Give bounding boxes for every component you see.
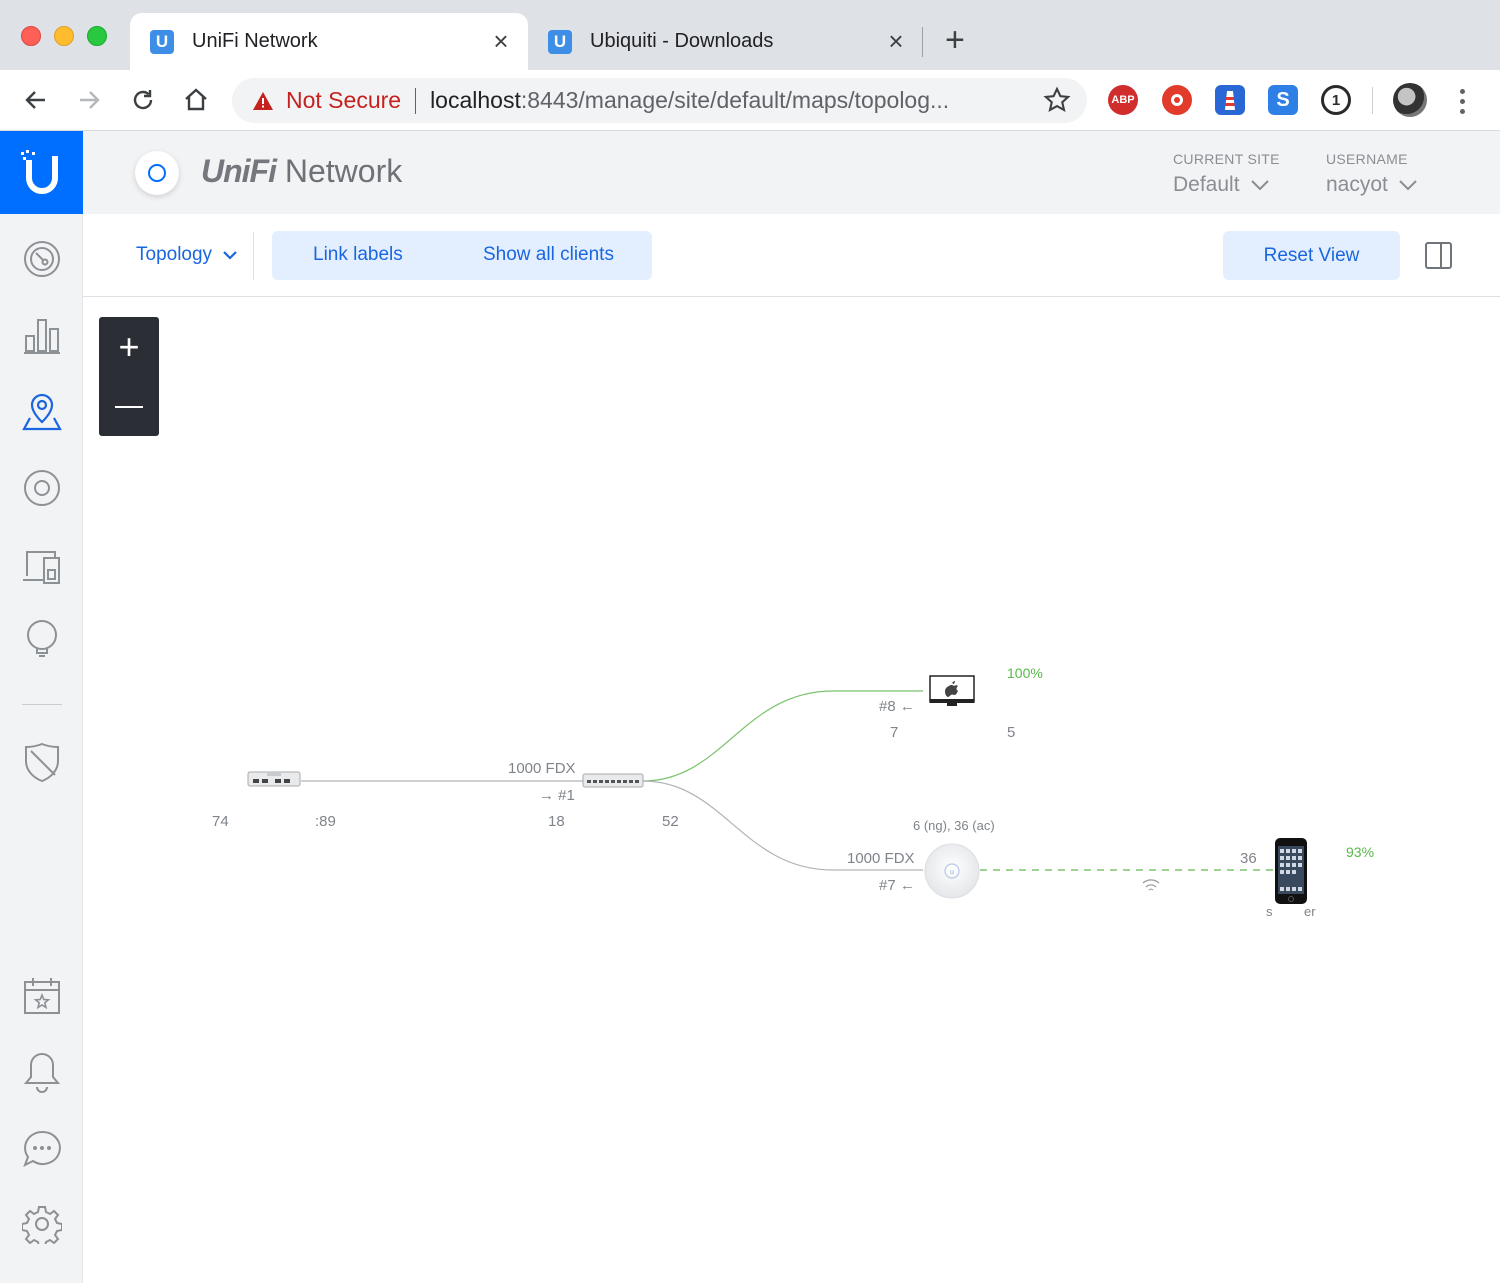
reload-icon[interactable] [125, 82, 161, 118]
close-window-button[interactable] [21, 26, 41, 46]
current-site-selector[interactable]: CURRENT SITE Default [1173, 151, 1280, 197]
sidebar [0, 131, 83, 1283]
back-arrow-icon[interactable] [18, 82, 54, 118]
gateway-label-right: :89 [315, 813, 336, 830]
tab-ubiquiti-downloads[interactable]: U Ubiquiti - Downloads × [528, 13, 923, 70]
topology-canvas[interactable]: + 74 :89 1000 FDX → #1 18 52 #8 ← 7 5 10… [83, 297, 1500, 1283]
phone-label-right: er [1304, 904, 1316, 919]
username-selector[interactable]: USERNAME nacyot [1326, 151, 1418, 197]
warning-icon [253, 91, 273, 110]
phone-channel: 36 [1240, 850, 1257, 867]
tab-title: UniFi Network [192, 30, 318, 52]
chevron-down-icon [1399, 180, 1417, 191]
stylish-extension-icon[interactable]: S [1268, 85, 1298, 115]
ap-port: #7 ← [879, 877, 915, 894]
view-dropdown[interactable]: Topology [136, 244, 238, 266]
mac-client-label-right: 5 [1007, 724, 1016, 741]
maximize-window-button[interactable] [87, 26, 107, 46]
switch-label-right: 52 [662, 813, 679, 830]
mac-client-device[interactable] [929, 675, 975, 714]
app-title: UniFi Network [201, 153, 403, 189]
url-text[interactable]: localhost:8443/manage/site/default/maps/… [430, 87, 949, 114]
switch-device[interactable] [582, 772, 646, 795]
browser-menu-icon[interactable] [1452, 86, 1472, 116]
unifi-favicon-icon: U [150, 29, 174, 54]
tab-strip: U UniFi Network × U Ubiquiti - Downloads… [0, 0, 1500, 70]
username-value: nacyot [1326, 173, 1388, 196]
tab-unifi-network[interactable]: U UniFi Network × [130, 13, 528, 70]
phone-signal: 93% [1346, 844, 1375, 860]
switch-label-left: 18 [548, 813, 565, 830]
zoom-controls: + [99, 317, 159, 436]
unifi-favicon-icon: U [548, 29, 572, 54]
switch-uplink-port: → #1 [539, 787, 575, 804]
adblock-icon[interactable]: ABP [1108, 85, 1138, 115]
new-tab-icon[interactable]: + [945, 22, 965, 58]
ap-link-speed: 1000 FDX [847, 850, 915, 867]
toolbar-separator [1372, 87, 1373, 114]
map-icon[interactable] [21, 391, 63, 433]
wifi-icon [1142, 879, 1160, 891]
bookmark-star-icon[interactable] [1043, 86, 1071, 114]
status-ring-icon[interactable] [135, 151, 179, 195]
ap-channels: 6 (ng), 36 (ac) [913, 818, 995, 833]
chevron-down-icon [223, 251, 237, 260]
current-site-value: Default [1173, 173, 1240, 196]
profile-avatar[interactable] [1393, 83, 1427, 117]
tab-title: Ubiquiti - Downloads [590, 30, 774, 52]
phone-client-device[interactable] [1274, 837, 1308, 910]
map-toolbar: Topology Link labels Show all clients Re… [83, 214, 1500, 297]
address-divider [415, 87, 417, 114]
alerts-icon[interactable] [21, 1051, 63, 1093]
side-panel-toggle-icon[interactable] [1425, 242, 1452, 269]
forward-arrow-icon[interactable] [71, 82, 107, 118]
address-bar[interactable]: Not Secure localhost:8443/manage/site/de… [232, 78, 1087, 123]
security-icon[interactable] [21, 742, 63, 784]
display-options-group: Link labels Show all clients [272, 231, 652, 280]
1password-icon[interactable]: 1 [1321, 85, 1351, 115]
dashboard-icon[interactable] [21, 238, 63, 280]
current-site-label: CURRENT SITE [1173, 151, 1280, 167]
gateway-device[interactable] [247, 770, 302, 795]
access-point-device[interactable]: u [923, 842, 981, 905]
zoom-in-button[interactable]: + [99, 317, 159, 376]
devices-icon[interactable] [21, 467, 63, 509]
mac-client-signal: 100% [1007, 665, 1043, 681]
username-label: USERNAME [1326, 151, 1408, 167]
statistics-icon[interactable] [21, 314, 63, 356]
browser-toolbar: Not Secure localhost:8443/manage/site/de… [0, 70, 1500, 131]
app-header: UniFi Network CURRENT SITE Default USERN… [83, 131, 1500, 214]
minimize-window-button[interactable] [54, 26, 74, 46]
gateway-label-left: 74 [212, 813, 229, 830]
link-labels-toggle[interactable]: Link labels [313, 244, 403, 266]
events-icon[interactable] [21, 975, 63, 1017]
show-all-clients-toggle[interactable]: Show all clients [483, 244, 614, 266]
chevron-down-icon [1250, 180, 1269, 191]
chat-icon[interactable] [21, 1128, 63, 1170]
mac-client-label-left: 7 [890, 724, 899, 741]
svg-text:u: u [950, 869, 954, 876]
reset-view-button[interactable]: Reset View [1223, 231, 1400, 280]
lastpass-icon[interactable] [1162, 85, 1192, 115]
tab-separator [922, 27, 923, 57]
close-tab-icon[interactable]: × [881, 26, 911, 57]
switch-link-speed: 1000 FDX [508, 760, 576, 777]
phone-label-left: s [1266, 904, 1273, 919]
settings-icon[interactable] [21, 1203, 63, 1245]
close-tab-icon[interactable]: × [486, 26, 516, 57]
clients-icon[interactable] [21, 546, 63, 588]
unifi-logo[interactable] [0, 131, 83, 214]
toolbar-divider [253, 232, 254, 280]
insights-icon[interactable] [21, 617, 63, 659]
home-icon[interactable] [178, 82, 214, 118]
lighthouse-icon[interactable] [1215, 85, 1245, 115]
sidebar-divider [22, 704, 62, 705]
zoom-out-button[interactable] [99, 377, 159, 436]
security-indicator[interactable]: Not Secure [286, 87, 401, 114]
mac-client-port: #8 ← [879, 698, 915, 715]
